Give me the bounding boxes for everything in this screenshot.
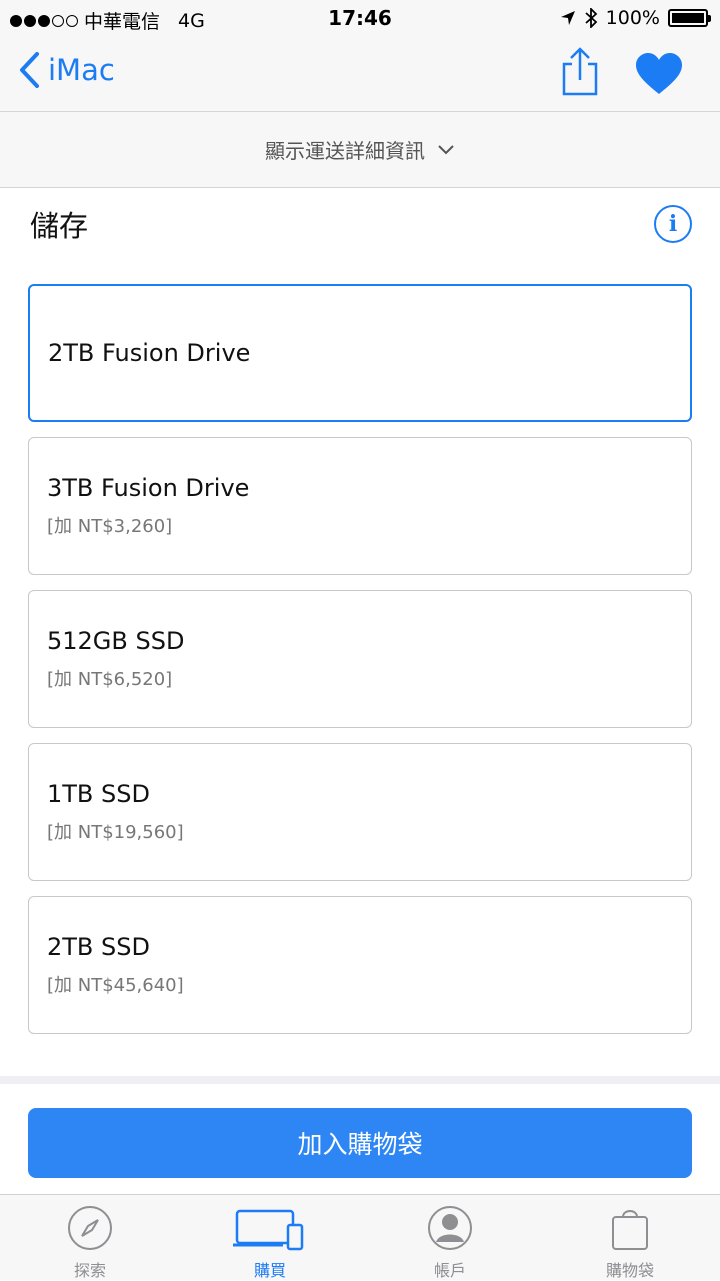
back-button[interactable]: iMac <box>18 52 115 88</box>
location-arrow-icon <box>560 11 575 25</box>
divider <box>0 1076 720 1084</box>
tab-label: 購買 <box>253 1261 286 1280</box>
tab-label: 探索 <box>73 1261 106 1280</box>
bluetooth-icon <box>585 8 597 28</box>
account-icon <box>428 1206 472 1250</box>
storage-option[interactable]: 512GB SSD [加 NT$6,520] <box>28 590 692 728</box>
storage-option[interactable]: 2TB Fusion Drive <box>28 284 692 422</box>
option-name: 3TB Fusion Drive <box>47 474 250 502</box>
storage-option[interactable]: 2TB SSD [加 NT$45,640] <box>28 896 692 1034</box>
share-icon <box>562 47 598 96</box>
battery-percent: 100% <box>605 7 660 29</box>
tab-label: 購物袋 <box>605 1261 654 1280</box>
favorite-button[interactable] <box>634 52 684 100</box>
tab-account[interactable]: 帳戶 <box>360 1195 540 1281</box>
storage-options-list: 2TB Fusion Drive 3TB Fusion Drive [加 NT$… <box>28 284 692 1049</box>
info-icon: i <box>668 211 678 237</box>
option-price: [加 NT$3,260] <box>47 516 173 537</box>
section-title: 儲存 <box>30 209 89 243</box>
storage-option[interactable]: 1TB SSD [加 NT$19,560] <box>28 743 692 881</box>
tab-bag[interactable]: 購物袋 <box>540 1195 720 1281</box>
status-bar: 中華電信 4G 17:46 100% <box>0 0 720 38</box>
chevron-down-icon <box>438 144 454 154</box>
show-shipping-details-toggle[interactable]: 顯示運送詳細資訊 <box>0 112 720 188</box>
bag-icon <box>612 1210 648 1250</box>
chevron-left-icon <box>20 52 39 88</box>
option-name: 1TB SSD <box>47 780 150 808</box>
tab-shop[interactable]: 購買 <box>180 1195 360 1281</box>
tab-bar: 探索 購買 帳戶 購物袋 <box>0 1194 720 1280</box>
status-right: 100% <box>560 7 711 29</box>
shipping-details-label: 顯示運送詳細資訊 <box>265 139 425 163</box>
navigation-bar: iMac <box>0 38 720 112</box>
option-name: 512GB SSD <box>47 627 185 655</box>
storage-option[interactable]: 3TB Fusion Drive [加 NT$3,260] <box>28 437 692 575</box>
back-label: iMac <box>48 53 115 87</box>
tab-label: 帳戶 <box>433 1261 466 1280</box>
option-price: [加 NT$45,640] <box>47 975 184 996</box>
info-button[interactable]: i <box>654 205 692 243</box>
option-price: [加 NT$19,560] <box>47 822 184 843</box>
battery-icon <box>668 9 711 27</box>
tab-explore[interactable]: 探索 <box>0 1195 180 1281</box>
heart-icon <box>636 53 682 94</box>
share-button[interactable] <box>556 46 604 102</box>
compass-icon <box>68 1206 112 1250</box>
devices-icon <box>233 1209 304 1251</box>
option-price: [加 NT$6,520] <box>47 669 173 690</box>
option-name: 2TB Fusion Drive <box>48 339 251 367</box>
option-name: 2TB SSD <box>47 933 150 961</box>
add-to-bag-button[interactable]: 加入購物袋 <box>28 1108 692 1178</box>
